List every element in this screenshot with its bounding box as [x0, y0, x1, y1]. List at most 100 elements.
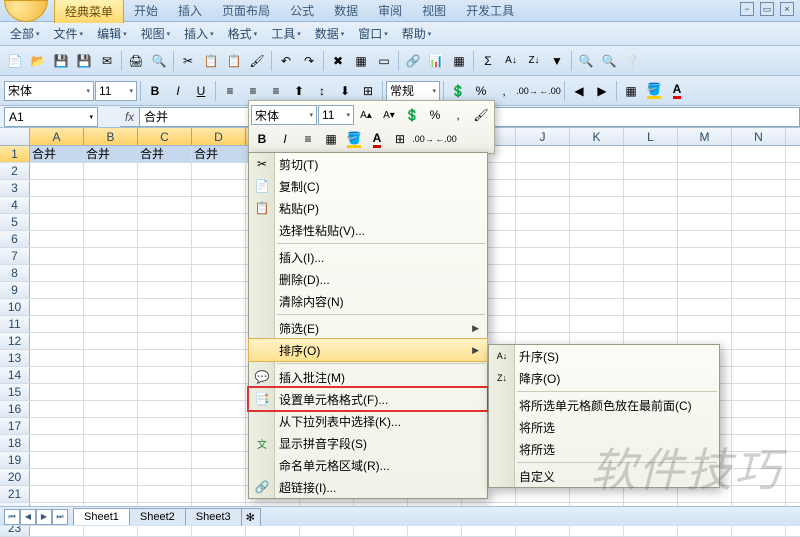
cell[interactable]	[192, 435, 246, 451]
cell[interactable]: 合并	[30, 146, 84, 162]
cell[interactable]	[192, 486, 246, 502]
cell[interactable]	[624, 299, 678, 315]
pivot-icon[interactable]: ▦	[448, 50, 470, 72]
cell[interactable]	[732, 265, 786, 281]
restore-btn[interactable]: ▭	[760, 2, 774, 16]
valign-bot-icon[interactable]: ⬇	[334, 80, 356, 102]
mini-grow-font-icon[interactable]: A▴	[355, 104, 377, 126]
mini-size-combo[interactable]: 11▾	[318, 105, 354, 125]
comma-icon[interactable]: ,	[493, 80, 515, 102]
help-icon[interactable]: ❔	[621, 50, 643, 72]
redo-icon[interactable]: ↷	[298, 50, 320, 72]
ctx-format-cells[interactable]: 📑设置单元格格式(F)...	[249, 388, 487, 410]
bold-icon[interactable]: B	[144, 80, 166, 102]
cell[interactable]	[516, 265, 570, 281]
cell[interactable]	[516, 248, 570, 264]
hyperlink-icon[interactable]: 🔗	[402, 50, 424, 72]
cell[interactable]	[192, 452, 246, 468]
cell[interactable]	[732, 146, 786, 162]
cell[interactable]	[84, 163, 138, 179]
cell[interactable]	[732, 231, 786, 247]
cell[interactable]	[570, 197, 624, 213]
cell[interactable]	[138, 418, 192, 434]
cell[interactable]	[516, 214, 570, 230]
cell[interactable]	[192, 163, 246, 179]
sheet-nav-last[interactable]: ⏭	[52, 509, 68, 525]
cell[interactable]	[732, 367, 786, 383]
cell[interactable]	[624, 180, 678, 196]
ctx-insert[interactable]: 插入(I)...	[249, 246, 487, 268]
ctx-filter[interactable]: 筛选(E)▶	[249, 317, 487, 339]
sheet-nav-next[interactable]: ▶	[36, 509, 52, 525]
mini-font-combo[interactable]: 宋体▾	[251, 105, 317, 125]
cell[interactable]	[84, 299, 138, 315]
cell[interactable]	[570, 231, 624, 247]
cell[interactable]	[192, 350, 246, 366]
cell[interactable]	[732, 384, 786, 400]
col-header[interactable]: L	[624, 128, 678, 145]
cell[interactable]	[624, 231, 678, 247]
col-header[interactable]: M	[678, 128, 732, 145]
menu-edit[interactable]: 编辑▾	[91, 22, 133, 45]
cell[interactable]	[138, 367, 192, 383]
mini-formatpainter-icon[interactable]: 🖌	[470, 104, 492, 126]
mini-percent-icon[interactable]: %	[424, 104, 446, 126]
mini-fillcolor-icon[interactable]: 🪣	[343, 128, 365, 150]
cell[interactable]	[516, 146, 570, 162]
currency-icon[interactable]: 💲	[447, 80, 469, 102]
tab-layout[interactable]: 页面布局	[212, 0, 280, 22]
cell[interactable]: 合并	[138, 146, 192, 162]
row-header[interactable]: 9	[0, 282, 30, 298]
cell[interactable]	[30, 486, 84, 502]
cell[interactable]	[516, 197, 570, 213]
find-icon[interactable]: 🔍	[575, 50, 597, 72]
dec-indent-icon[interactable]: ◀	[568, 80, 590, 102]
cell[interactable]: 合并	[84, 146, 138, 162]
cell[interactable]	[516, 163, 570, 179]
ctx-copy[interactable]: 📄复制(C)	[249, 175, 487, 197]
cell[interactable]	[138, 350, 192, 366]
valign-mid-icon[interactable]: ↕	[311, 80, 333, 102]
mini-shrink-font-icon[interactable]: A▾	[378, 104, 400, 126]
cell[interactable]	[570, 282, 624, 298]
mini-incdec-icon[interactable]: .00→	[412, 128, 434, 150]
cell[interactable]	[84, 282, 138, 298]
cell[interactable]	[138, 180, 192, 196]
cell[interactable]	[732, 197, 786, 213]
cell[interactable]	[516, 180, 570, 196]
cut-icon[interactable]: ✂	[177, 50, 199, 72]
cell[interactable]	[30, 452, 84, 468]
mail-icon[interactable]: ✉	[96, 50, 118, 72]
ctx-name-range[interactable]: 命名单元格区域(R)...	[249, 454, 487, 476]
cell[interactable]	[192, 299, 246, 315]
cell[interactable]	[678, 282, 732, 298]
delete-icon[interactable]: ✖	[327, 50, 349, 72]
fontcolor-icon[interactable]: A	[666, 80, 688, 102]
menu-tools[interactable]: 工具▾	[265, 22, 307, 45]
cell[interactable]	[84, 180, 138, 196]
cell[interactable]	[84, 265, 138, 281]
saveas-icon[interactable]: 💾	[73, 50, 95, 72]
row-header[interactable]: 1	[0, 146, 30, 162]
cell[interactable]	[192, 333, 246, 349]
col-header[interactable]: B	[84, 128, 138, 145]
cell[interactable]	[192, 367, 246, 383]
sheet-nav-first[interactable]: ⏮	[4, 509, 20, 525]
menu-window[interactable]: 窗口▾	[352, 22, 394, 45]
row-header[interactable]: 10	[0, 299, 30, 315]
cell[interactable]	[84, 316, 138, 332]
cell[interactable]	[192, 418, 246, 434]
new-icon[interactable]: 📄	[4, 50, 26, 72]
cell[interactable]	[192, 248, 246, 264]
ctx-clear[interactable]: 清除内容(N)	[249, 290, 487, 312]
cell[interactable]	[138, 282, 192, 298]
borders-icon[interactable]: ▦	[620, 80, 642, 102]
name-box[interactable]: A1▾	[4, 107, 98, 127]
tab-review[interactable]: 审阅	[368, 0, 412, 22]
row-header[interactable]: 8	[0, 265, 30, 281]
format-icon[interactable]: ▭	[373, 50, 395, 72]
sheet-tab[interactable]: Sheet2	[129, 508, 186, 525]
cell[interactable]	[732, 333, 786, 349]
mini-decdec-icon[interactable]: ←.00	[435, 128, 457, 150]
mini-bold-icon[interactable]: B	[251, 128, 273, 150]
